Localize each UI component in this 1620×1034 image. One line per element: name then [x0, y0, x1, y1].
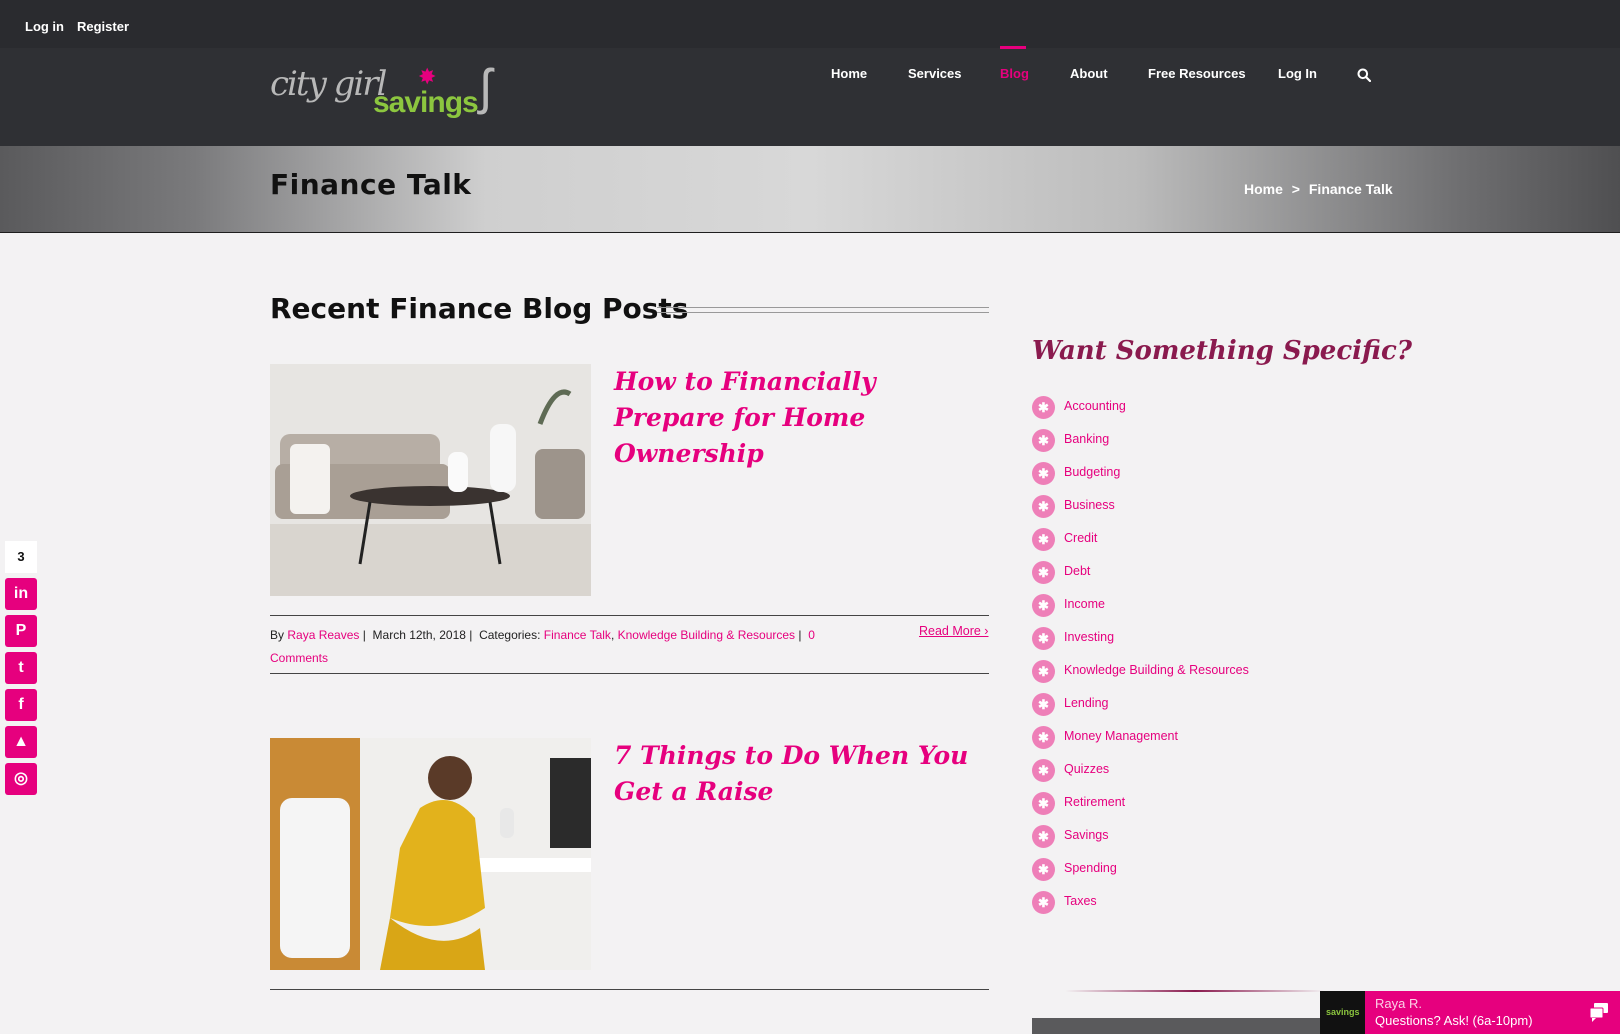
asterisk-icon: ✱ [1032, 726, 1055, 749]
site-header [0, 48, 1620, 146]
asterisk-icon: ✱ [1032, 891, 1055, 914]
nav-free-resources[interactable]: Free Resources [1148, 66, 1246, 81]
meta-comments-count[interactable]: 0 [808, 628, 815, 642]
category-label[interactable]: Debt [1064, 564, 1090, 578]
read-more-link[interactable]: Read More › [919, 624, 988, 638]
asterisk-icon: ✱ [1032, 660, 1055, 683]
facebook-icon[interactable]: f [5, 689, 37, 721]
share-count: 3 [5, 541, 37, 573]
asterisk-icon: ✱ [1032, 759, 1055, 782]
asterisk-icon: ✱ [1032, 627, 1055, 650]
breadcrumb: Home > Finance Talk [1244, 181, 1398, 197]
post-title-raise[interactable]: 7 Things to Do When You Get a Raise [614, 738, 974, 810]
nav-log-in[interactable]: Log In [1278, 66, 1317, 81]
category-label[interactable]: Accounting [1064, 399, 1126, 413]
section-title: Recent Finance Blog Posts [270, 292, 689, 325]
nav-home[interactable]: Home [831, 66, 867, 81]
sidebar-divider [1065, 990, 1325, 992]
site-logo[interactable]: city girl ✸ savings ʃ [270, 58, 528, 138]
instagram-icon[interactable]: ◎ [5, 763, 37, 795]
chat-widget[interactable]: savings Raya R. Questions? Ask! (6a-10pm… [1320, 991, 1620, 1034]
asterisk-icon: ✱ [1032, 561, 1055, 584]
category-label[interactable]: Savings [1064, 828, 1108, 842]
category-label[interactable]: Taxes [1064, 894, 1097, 908]
post-image-home-ownership[interactable] [270, 364, 591, 596]
category-label[interactable]: Retirement [1064, 795, 1125, 809]
meta-category-knowledge[interactable]: Knowledge Building & Resources [618, 628, 795, 642]
post-title-home-ownership[interactable]: How to Financially Prepare for Home Owne… [614, 364, 974, 472]
chat-bubble-icon[interactable] [1588, 1001, 1610, 1023]
asterisk-icon: ✱ [1032, 495, 1055, 518]
category-label[interactable]: Lending [1064, 696, 1109, 710]
chat-prompt: Questions? Ask! (6a-10pm) [1375, 1013, 1533, 1028]
asterisk-icon: ✱ [1032, 792, 1055, 815]
logo-figure-icon: ʃ [480, 59, 492, 115]
asterisk-icon: ✱ [1032, 594, 1055, 617]
asterisk-icon: ✱ [1032, 858, 1055, 881]
meta-author-link[interactable]: Raya Reaves [287, 628, 359, 642]
nav-about[interactable]: About [1070, 66, 1108, 81]
nav-active-indicator [1000, 46, 1026, 49]
chat-logo-text: savings [1326, 1007, 1360, 1017]
asterisk-icon: ✱ [1032, 825, 1055, 848]
category-label[interactable]: Credit [1064, 531, 1097, 545]
post-image-raise[interactable] [270, 738, 591, 970]
category-label[interactable]: Spending [1064, 861, 1117, 875]
category-label[interactable]: Budgeting [1064, 465, 1120, 479]
logo-brand-text: savings [373, 86, 479, 119]
meta-bottom-rule [270, 673, 989, 674]
category-label[interactable]: Quizzes [1064, 762, 1109, 776]
top-bar: Log in Register [0, 0, 1620, 48]
page-title: Finance Talk [270, 168, 472, 201]
category-label[interactable]: Investing [1064, 630, 1114, 644]
asterisk-icon: ✱ [1032, 396, 1055, 419]
meta-category-finance-talk[interactable]: Finance Talk [544, 628, 611, 642]
chat-logo: savings [1320, 991, 1365, 1034]
category-label[interactable]: Knowledge Building & Resources [1064, 663, 1249, 677]
youtube-icon[interactable]: ▲ [5, 726, 37, 758]
meta-categories-label: Categories: [479, 628, 541, 642]
nav-blog[interactable]: Blog [1000, 66, 1029, 81]
category-label[interactable]: Income [1064, 597, 1105, 611]
post2-rule [270, 989, 989, 990]
twitter-icon[interactable]: t [5, 652, 37, 684]
nav-services[interactable]: Services [908, 66, 962, 81]
meta-comments-word[interactable]: Comments [270, 651, 328, 665]
category-label[interactable]: Business [1064, 498, 1115, 512]
meta-by: By [270, 628, 285, 642]
register-link[interactable]: Register [77, 19, 129, 34]
section-title-rule [657, 307, 989, 313]
breadcrumb-current: Finance Talk [1308, 181, 1393, 197]
search-icon[interactable] [1357, 68, 1371, 82]
category-label[interactable]: Money Management [1064, 729, 1178, 743]
asterisk-icon: ✱ [1032, 693, 1055, 716]
meta-top-rule [270, 615, 989, 616]
category-label[interactable]: Banking [1064, 432, 1109, 446]
pinterest-icon[interactable]: P [5, 615, 37, 647]
asterisk-icon: ✱ [1032, 462, 1055, 485]
chat-agent-name: Raya R. [1375, 996, 1422, 1011]
logo-script-text: city girl [270, 64, 387, 104]
breadcrumb-home[interactable]: Home [1244, 181, 1283, 197]
page-title-banner: Finance Talk Home > Finance Talk [0, 146, 1620, 233]
meta-date: March 12th, 2018 [372, 628, 466, 642]
woman-desk-photo [270, 738, 591, 970]
post-meta: By Raya Reaves | March 12th, 2018 | Cate… [270, 628, 815, 665]
asterisk-icon: ✱ [1032, 528, 1055, 551]
asterisk-icon: ✱ [1032, 429, 1055, 452]
sidebar-title: Want Something Specific? [1032, 336, 1413, 366]
breadcrumb-separator: > [1291, 181, 1300, 197]
sidebar-widget [1032, 1018, 1322, 1034]
linkedin-icon[interactable]: in [5, 578, 37, 610]
living-room-photo [270, 364, 591, 596]
login-link[interactable]: Log in [25, 19, 64, 34]
